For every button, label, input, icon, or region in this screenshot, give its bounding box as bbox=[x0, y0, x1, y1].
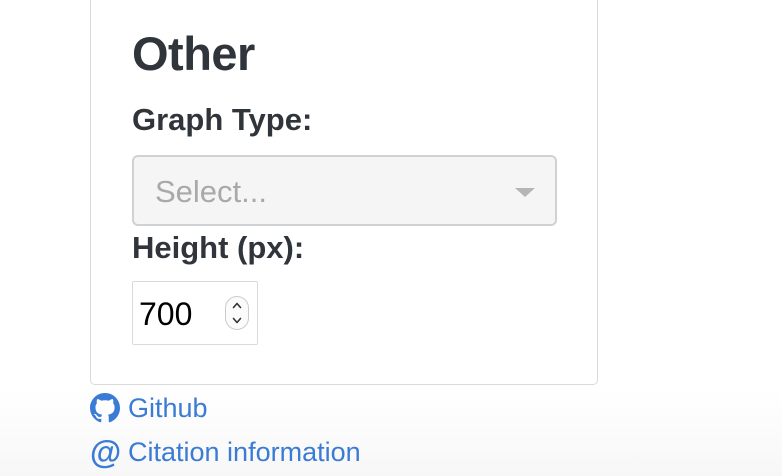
citation-link-label[interactable]: Citation information bbox=[128, 435, 361, 469]
height-value[interactable]: 700 bbox=[139, 295, 192, 333]
height-label: Height (px): bbox=[132, 230, 305, 265]
page: Other Graph Type: Select... Height (px):… bbox=[0, 0, 782, 476]
height-input[interactable]: 700 bbox=[132, 281, 258, 345]
graph-type-label: Graph Type: bbox=[132, 102, 313, 137]
height-stepper[interactable] bbox=[225, 296, 249, 330]
graph-type-select[interactable]: Select... bbox=[132, 155, 557, 226]
section-title: Other bbox=[132, 27, 255, 80]
at-sign-icon: @ bbox=[90, 434, 122, 470]
graph-type-placeholder: Select... bbox=[155, 174, 267, 209]
chevron-down-icon[interactable] bbox=[515, 188, 535, 197]
github-icon bbox=[90, 393, 120, 423]
citation-link[interactable]: @ Citation information bbox=[90, 435, 361, 469]
github-link[interactable]: Github bbox=[90, 391, 208, 425]
decrement-arrow-icon[interactable] bbox=[231, 313, 243, 328]
github-link-label[interactable]: Github bbox=[128, 391, 208, 425]
increment-arrow-icon[interactable] bbox=[231, 298, 243, 313]
